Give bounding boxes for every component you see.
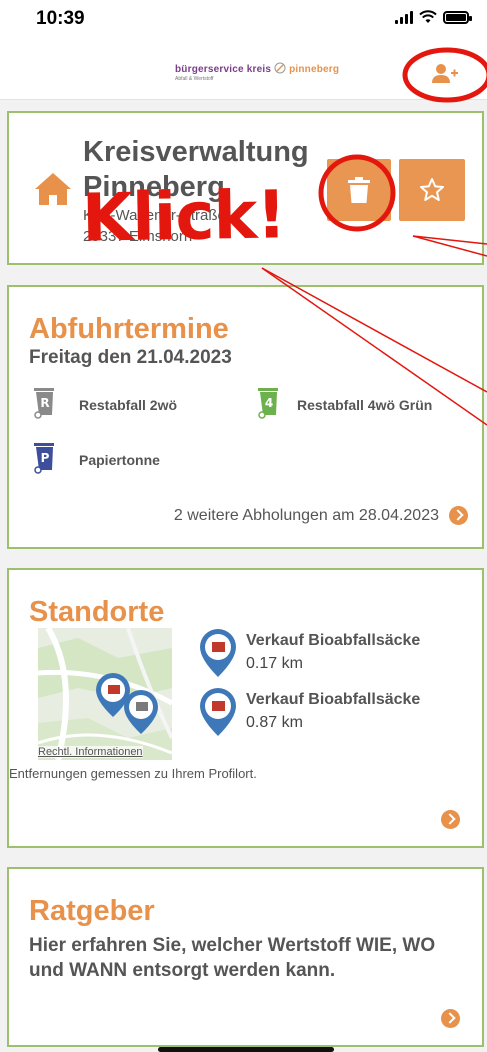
map-thumbnail[interactable]: Rechtl. Informationen	[38, 628, 172, 760]
signal-icon	[395, 10, 413, 24]
arrow-right-icon[interactable]	[441, 810, 460, 829]
collection-dates-card[interactable]: Abfuhrtermine Freitag den 21.04.2023 R R…	[7, 285, 484, 549]
guide-card[interactable]: Ratgeber Hier erfahren Sie, welcher Wert…	[7, 867, 484, 1047]
bin-label: Restabfall 2wö	[79, 397, 178, 413]
bin-letter: P	[41, 451, 50, 465]
wifi-icon	[419, 10, 437, 23]
residual-waste-bin-icon: R	[34, 388, 54, 419]
more-pickups-text: 2 weitere Abholungen am 28.04.2023	[173, 506, 439, 524]
locations-title: Standorte	[29, 596, 165, 628]
logo-text-suffix: pinneberg	[289, 64, 340, 75]
status-time: 10:39	[36, 8, 85, 29]
collection-dates-title: Abfuhrtermine	[29, 313, 229, 345]
status-icons	[395, 10, 472, 24]
location-item[interactable]: Verkauf Bioabfallsäcke 0.17 km	[199, 628, 479, 678]
bin-letter: 4	[265, 396, 273, 410]
more-pickups-link[interactable]: 2 weitere Abholungen am 28.04.2023	[174, 506, 468, 525]
location-item-distance: 0.17 km	[246, 655, 303, 672]
favorite-button[interactable]	[399, 159, 465, 221]
battery-level	[446, 13, 466, 21]
location-item[interactable]: Verkauf Bioabfallsäcke 0.87 km	[199, 687, 479, 737]
location-pin-icon	[200, 688, 236, 736]
guide-title: Ratgeber	[29, 895, 155, 927]
map-legal-link[interactable]: Rechtl. Informationen	[38, 746, 143, 758]
app-header: bürgerservice kreis pinneberg Abfall & W…	[0, 44, 487, 100]
location-item-title: Verkauf Bioabfallsäcke	[246, 691, 421, 708]
logo-text-prefix: bürgerservice kreis	[175, 64, 272, 75]
collection-date: Freitag den 21.04.2023	[29, 347, 232, 368]
battery-icon	[443, 10, 472, 24]
location-item-distance: 0.87 km	[246, 714, 303, 731]
app-logo: bürgerservice kreis pinneberg Abfall & W…	[175, 62, 339, 82]
locations-card[interactable]: Standorte Rechtl. Informationen Verkauf …	[7, 568, 484, 848]
home-indicator	[158, 1047, 334, 1052]
bin-letter: R	[40, 396, 49, 410]
bin-label: Papiertonne	[79, 452, 160, 468]
annotation-click-label: Klick!	[81, 176, 287, 257]
home-icon	[35, 173, 71, 205]
arrow-right-icon	[449, 506, 468, 525]
residual-waste-4w-bin-icon: 4	[258, 388, 278, 419]
arrow-right-icon[interactable]	[441, 1009, 460, 1028]
location-name-line1: Kreisverwaltung	[83, 136, 309, 168]
paper-bin-icon: P	[34, 443, 54, 474]
logo-mark-icon	[274, 62, 286, 74]
distance-note: Entfernungen gemessen zu Ihrem Profilort…	[9, 766, 257, 781]
trash-icon	[348, 177, 370, 203]
add-user-icon[interactable]	[431, 63, 459, 85]
location-pin-icon	[200, 629, 236, 677]
bin-label: Restabfall 4wö Grün	[297, 397, 433, 413]
logo-subtext: Abfall & Wertstoff	[175, 76, 214, 82]
guide-text: Hier erfahren Sie, welcher Wertstoff WIE…	[29, 935, 436, 981]
location-item-title: Verkauf Bioabfallsäcke	[246, 632, 421, 649]
map-image	[38, 628, 172, 760]
delete-location-button[interactable]	[327, 159, 391, 221]
star-icon	[420, 178, 444, 201]
status-bar: 10:39	[0, 0, 487, 44]
